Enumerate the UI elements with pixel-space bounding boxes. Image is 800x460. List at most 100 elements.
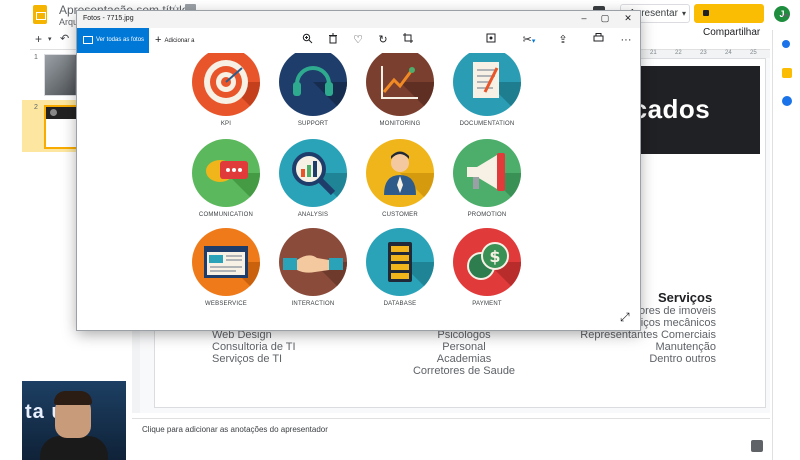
dollar-coins-icon: $ — [453, 228, 521, 296]
icon-tile-documentation: DOCUMENTATION — [452, 53, 522, 127]
new-slide-caret-icon[interactable]: ▾ — [48, 35, 52, 43]
viewer-titlebar: Fotos - 7715.jpg – ▢ ✕ — [77, 11, 640, 28]
tile-label: ANALYSIS — [297, 212, 329, 218]
list-item: Personal — [442, 341, 486, 353]
more-options-icon[interactable]: ··· — [620, 33, 632, 47]
tile-label: PROMOTION — [467, 212, 507, 218]
share-button[interactable]: Compartilhar — [694, 4, 764, 38]
database-server-icon — [366, 228, 434, 296]
slides-logo-icon[interactable] — [33, 5, 47, 24]
tile-label: DATABASE — [383, 301, 417, 307]
list-item: Academias — [436, 353, 492, 365]
calendar-icon[interactable] — [782, 40, 790, 48]
undo-icon[interactable]: ↶ — [60, 32, 69, 45]
side-panel — [772, 30, 800, 460]
slideshow-icon[interactable] — [485, 33, 497, 47]
icon-tile-monitoring: MONITORING — [365, 53, 435, 127]
close-icon[interactable]: ✕ — [621, 13, 635, 24]
delete-icon[interactable] — [327, 33, 339, 47]
icon-tile-payment: $ PAYMENT — [452, 228, 522, 307]
thumbnail-logo — [50, 109, 57, 116]
svg-text:$: $ — [489, 247, 500, 266]
headset-icon — [279, 53, 347, 116]
viewer-command-bar: Ver todas as fotos + Adicionar a ♡ ↻ ✂▾ ⇪… — [77, 28, 640, 53]
new-slide-button[interactable]: + — [35, 32, 42, 46]
slide-number: 2 — [34, 104, 38, 111]
add-to-label: Adicionar a — [164, 38, 195, 44]
tile-label: CUSTOMER — [382, 212, 418, 218]
ruler-mark: 21 — [650, 50, 657, 56]
icon-tile-webservice: WEBSERVICE — [191, 228, 261, 307]
speaker-notes-placeholder[interactable]: Clique para adicionar as anotações do ap… — [142, 425, 328, 434]
heart-icon[interactable]: ♡ — [352, 33, 364, 47]
tile-label: INTERACTION — [291, 301, 335, 307]
list-item: Manutenção — [655, 341, 716, 353]
edit-create-icon[interactable]: ✂▾ — [520, 33, 538, 47]
list-item: Dentro outros — [649, 353, 716, 365]
tasks-icon[interactable] — [782, 96, 792, 106]
list-item: Web Design — [212, 329, 272, 341]
plus-icon: + — [155, 34, 162, 46]
slide-column-2[interactable]: Psicologos Personal Academias Corretores… — [409, 329, 519, 377]
photos-icon — [83, 36, 93, 44]
print-icon[interactable] — [592, 33, 604, 47]
ruler-mark: 23 — [700, 50, 707, 56]
lock-icon — [703, 10, 709, 16]
web-browser-icon — [192, 228, 260, 296]
list-item: Serviços de TI — [212, 353, 283, 365]
see-all-photos-button[interactable]: Ver todas as fotos — [77, 28, 149, 53]
list-item: Corretores de Saude — [412, 365, 516, 377]
icon-tile-customer: CUSTOMER — [365, 139, 435, 218]
webcam-overlay: ta us — [22, 381, 126, 460]
viewer-title: Fotos - 7715.jpg — [83, 15, 134, 22]
presenter-hair — [54, 391, 92, 405]
kpi-icon — [192, 53, 260, 116]
tile-label: PAYMENT — [472, 301, 502, 307]
ruler-mark: 22 — [675, 50, 682, 56]
speaker-notes[interactable]: Clique para adicionar as anotações do ap… — [132, 418, 770, 460]
horizontal-ruler: 21 22 23 24 25 — [640, 50, 770, 58]
icon-tile-support: SUPPORT — [278, 53, 348, 127]
keep-icon[interactable] — [782, 68, 792, 78]
see-all-photos-label: Ver todas as fotos — [96, 37, 145, 43]
icon-tile-kpi: KPI — [191, 53, 261, 127]
icon-tile-database: DATABASE — [365, 228, 435, 307]
monitoring-chart-icon — [366, 53, 434, 116]
tile-label: KPI — [220, 121, 232, 127]
slide-column-1[interactable]: Web Design Consultoria de TI Serviços de… — [212, 329, 296, 365]
tile-label: SUPPORT — [297, 121, 329, 127]
services-heading[interactable]: Serviços — [658, 290, 712, 305]
slide-number: 1 — [34, 54, 38, 61]
customer-icon — [366, 139, 434, 207]
icon-tile-interaction: INTERACTION — [278, 228, 348, 307]
handshake-icon — [279, 228, 347, 296]
icon-tile-communication: COMMUNICATION — [191, 139, 261, 218]
share-icon[interactable]: ⇪ — [557, 33, 569, 47]
fullscreen-icon[interactable]: ⤢ — [620, 310, 630, 325]
ruler-mark: 25 — [750, 50, 757, 56]
zoom-icon[interactable] — [301, 33, 313, 47]
tile-label: COMMUNICATION — [198, 212, 254, 218]
presenter-body — [40, 436, 108, 460]
icon-tile-analysis: ANALYSIS — [278, 139, 348, 218]
tile-label: DOCUMENTATION — [459, 121, 515, 127]
chevron-down-icon[interactable]: ▾ — [682, 5, 686, 22]
list-item: Consultoria de TI — [212, 341, 296, 353]
minimize-icon[interactable]: – — [577, 13, 591, 23]
icon-tile-promotion: PROMOTION — [452, 139, 522, 218]
rotate-icon[interactable]: ↻ — [377, 33, 389, 47]
tile-label: WEBSERVICE — [205, 301, 247, 307]
add-to-button[interactable]: + Adicionar a — [155, 28, 194, 53]
tile-label: MONITORING — [379, 121, 421, 127]
explore-icon[interactable] — [751, 440, 763, 452]
list-item: Psicologos — [437, 329, 491, 341]
maximize-icon[interactable]: ▢ — [598, 13, 612, 24]
megaphone-icon — [453, 139, 521, 207]
crop-icon[interactable] — [402, 33, 414, 47]
magnifier-icon — [279, 139, 347, 207]
photo-canvas[interactable]: KPI SUPPORT MONITORING DOCUMENTATION COM… — [77, 53, 640, 330]
chat-bubble-icon — [192, 139, 260, 207]
list-item: Representantes Comerciais — [580, 329, 716, 341]
collapse-icon[interactable] — [780, 8, 792, 20]
ruler-mark: 24 — [725, 50, 732, 56]
